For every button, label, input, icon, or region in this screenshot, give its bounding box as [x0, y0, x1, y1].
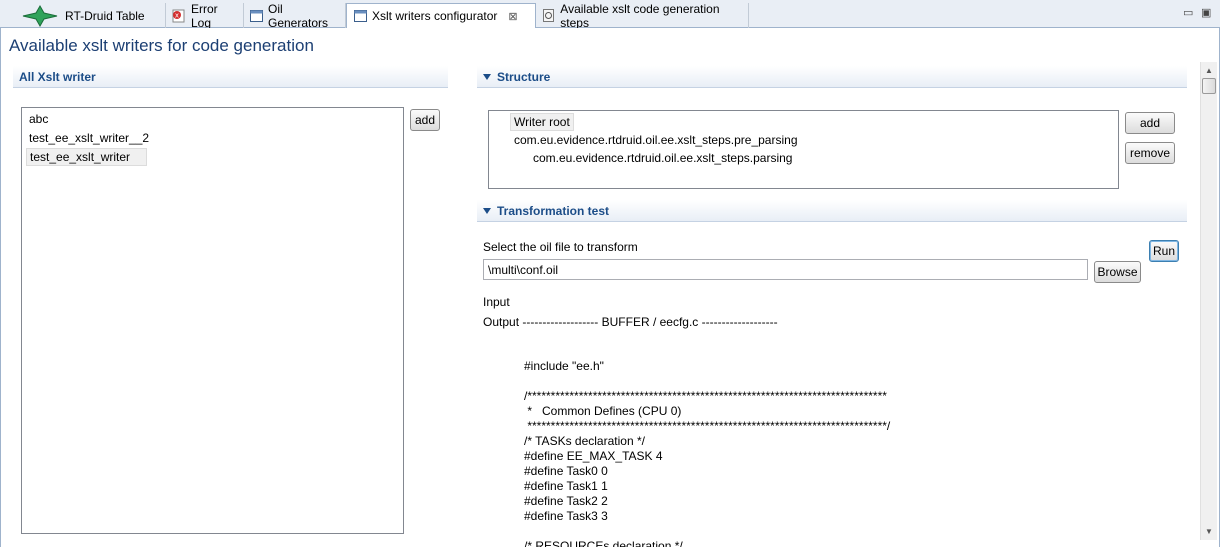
tree-item-writer-root[interactable]: Writer root — [510, 113, 574, 131]
xslt-step-icon — [542, 9, 555, 23]
editor-window-icon — [250, 9, 263, 23]
rt-druid-star-icon — [20, 4, 60, 27]
code-line: /* TASKs declaration */ — [524, 434, 645, 448]
output-code-block: #include "ee.h" /************************… — [524, 359, 1184, 547]
tree-item[interactable]: com.eu.evidence.rtdruid.oil.ee.xslt_step… — [530, 150, 795, 166]
minimize-icon[interactable]: ▭ — [1183, 6, 1193, 19]
code-line: #include "ee.h" — [524, 359, 604, 373]
close-icon[interactable]: ⊠ — [508, 10, 517, 23]
code-line: * Common Defines (CPU 0) — [524, 404, 682, 418]
tab-label: RT-Druid Table — [65, 8, 145, 23]
add-writer-button[interactable]: add — [410, 109, 440, 131]
tree-item[interactable]: com.eu.evidence.rtdruid.oil.ee.xslt_step… — [511, 132, 801, 148]
code-line: #define Task0 0 — [524, 464, 608, 478]
tab-available-xslt-steps[interactable]: Available xslt code generation steps — [536, 1, 749, 30]
section-title: Structure — [497, 69, 551, 84]
code-line: #define EE_MAX_TASK 4 — [524, 449, 663, 463]
add-step-button[interactable]: add — [1125, 112, 1175, 134]
scrollbar-thumb[interactable] — [1202, 78, 1216, 94]
select-oil-file-label: Select the oil file to transform — [483, 240, 638, 254]
code-line: #define Task2 2 — [524, 494, 608, 508]
tab-label: Available xslt code generation steps — [560, 1, 720, 30]
xslt-writers-editor: Available xslt writers for code generati… — [0, 28, 1220, 547]
section-title: Transformation test — [497, 203, 610, 218]
editor-window-icon — [353, 9, 367, 23]
browse-button[interactable]: Browse — [1094, 261, 1141, 283]
structure-header[interactable]: Structure — [477, 66, 1187, 88]
maximize-icon[interactable]: ▣ — [1201, 6, 1211, 19]
tab-error-log[interactable]: x Error Log — [166, 1, 244, 30]
code-line: /* RESOURCEs declaration */ — [524, 539, 683, 547]
transformation-test-header[interactable]: Transformation test — [477, 200, 1187, 222]
writers-list[interactable]: abc test_ee_xslt_writer__2 test_ee_xslt_… — [21, 107, 404, 534]
list-item-selected[interactable]: test_ee_xslt_writer — [26, 148, 147, 166]
tab-rt-druid-table[interactable]: RT-Druid Table — [14, 3, 166, 28]
tab-label: Xslt writers configurator — [372, 9, 498, 23]
tab-oil-generators[interactable]: Oil Generators — [244, 1, 346, 30]
run-button[interactable]: Run — [1149, 240, 1179, 262]
svg-text:x: x — [175, 11, 179, 19]
page-title: Available xslt writers for code generati… — [9, 36, 314, 55]
output-label: Output ------------------- BUFFER / eecf… — [483, 315, 778, 329]
editor-tab-bar: RT-Druid Table x Error Log Oil Generator… — [0, 0, 1220, 30]
remove-step-button[interactable]: remove — [1125, 142, 1175, 164]
error-log-icon: x — [172, 9, 186, 23]
collapse-triangle-icon — [483, 73, 491, 80]
structure-tree[interactable]: Writer root com.eu.evidence.rtdruid.oil.… — [488, 110, 1119, 189]
code-line: ****************************************… — [524, 419, 891, 433]
code-line: /***************************************… — [524, 389, 887, 403]
tab-xslt-writers-configurator[interactable]: Xslt writers configurator ⊠ — [346, 3, 536, 29]
collapse-triangle-icon — [483, 207, 491, 214]
tab-label: Error Log — [191, 1, 218, 30]
tab-label: Oil Generators — [268, 1, 329, 30]
vertical-scrollbar[interactable]: ▲ ▼ — [1200, 62, 1217, 540]
section-title: All Xslt writer — [19, 69, 96, 84]
all-xslt-writer-header: All Xslt writer — [13, 66, 448, 88]
list-item[interactable]: abc — [26, 111, 51, 127]
scroll-up-arrow-icon[interactable]: ▲ — [1201, 62, 1217, 78]
oil-file-path-input[interactable] — [483, 259, 1088, 280]
scroll-down-arrow-icon[interactable]: ▼ — [1201, 523, 1217, 539]
code-line: #define Task1 1 — [524, 479, 608, 493]
input-label: Input — [483, 295, 510, 309]
code-line: #define Task3 3 — [524, 509, 608, 523]
list-item[interactable]: test_ee_xslt_writer__2 — [26, 130, 152, 146]
